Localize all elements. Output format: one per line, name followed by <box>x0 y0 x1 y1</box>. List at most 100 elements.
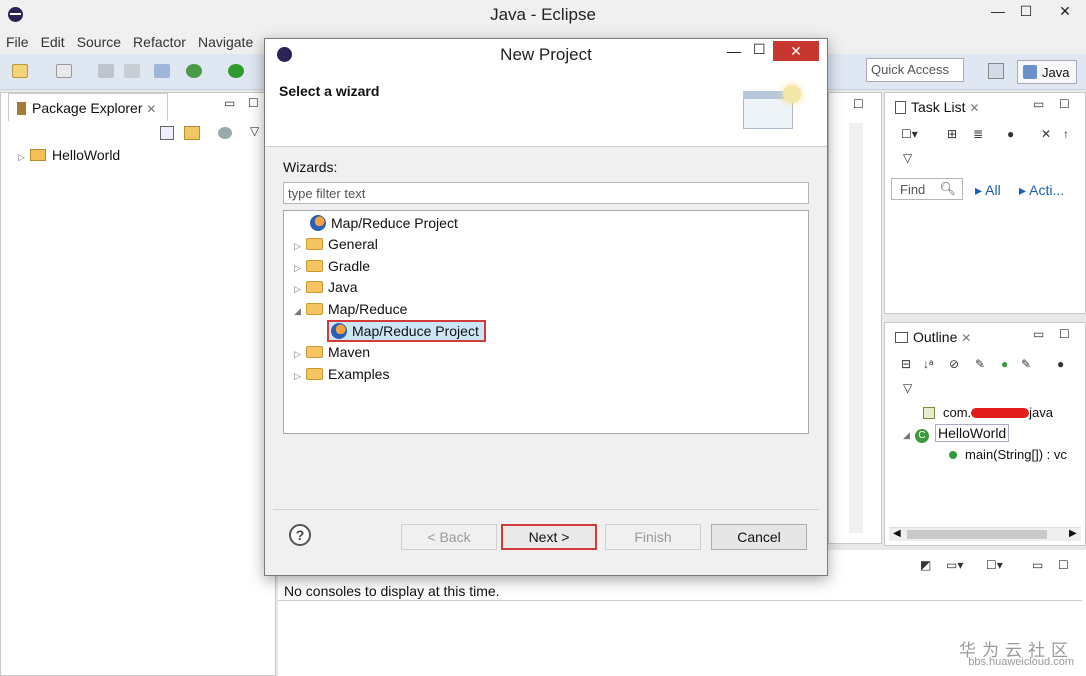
scroll-right-icon[interactable]: ▶ <box>1069 528 1077 539</box>
open-console-icon[interactable]: ☐▾ <box>986 558 1003 572</box>
task-find-input[interactable]: Find 🔍︎ <box>891 178 963 200</box>
pin-console-icon[interactable]: ▭▾ <box>946 558 963 572</box>
menu-navigate[interactable]: Navigate <box>192 30 259 50</box>
tree-item-label: Map/Reduce <box>328 301 408 317</box>
dialog-header: Select a wizard <box>265 69 827 147</box>
tab-package-explorer[interactable]: Package Explorer ✕ <box>8 93 168 121</box>
expand-icon[interactable]: ▷ <box>294 344 306 364</box>
dialog-maximize-button[interactable]: ☐ <box>753 41 766 58</box>
outline-icon <box>895 332 908 343</box>
expand-icon[interactable]: ▷ <box>294 279 306 299</box>
menu-edit[interactable]: Edit <box>35 30 71 50</box>
minimize-view-icon[interactable]: ▭ <box>1033 97 1044 111</box>
save-all-icon[interactable] <box>124 64 140 78</box>
scroll-left-icon[interactable]: ◀ <box>893 528 901 539</box>
tree-item-mapreduce-project-top[interactable]: Map/Reduce Project <box>310 213 458 233</box>
tree-item-gradle[interactable]: ▷ Gradle <box>294 256 370 276</box>
folder-icon <box>306 368 323 380</box>
tree-item-maven[interactable]: ▷ Maven <box>294 342 370 362</box>
new-package-icon[interactable] <box>56 64 72 78</box>
sort-icon[interactable]: ↓ᵃ <box>923 357 933 371</box>
wizard-tree[interactable]: Map/Reduce Project ▷ General ▷ Gradle ▷ Jav… <box>283 210 809 434</box>
new-icon[interactable] <box>12 64 28 78</box>
close-tab-icon[interactable]: ✕ <box>961 331 971 345</box>
expand-icon[interactable]: ▷ <box>294 366 306 386</box>
maximize-view-icon[interactable]: ☐ <box>1059 327 1070 341</box>
tab-outline[interactable]: Outline ✕ <box>887 323 980 351</box>
expand-icon[interactable]: ▷ <box>18 152 30 163</box>
menu-file[interactable]: File <box>0 30 35 50</box>
tree-item-label: General <box>328 236 378 252</box>
dialog-close-button[interactable]: ✕ <box>773 41 819 61</box>
tree-item-general[interactable]: ▷ General <box>294 234 378 254</box>
outline-method-item[interactable]: main(String[]) : vc <box>949 447 1067 462</box>
new-task-icon[interactable]: ☐▾ <box>901 127 918 141</box>
java-perspective-button[interactable]: Java <box>1017 60 1077 84</box>
maximize-view-icon[interactable]: ☐ <box>1058 558 1069 572</box>
view-menu-icon[interactable]: ▽ <box>903 381 912 395</box>
hide-fields-icon[interactable]: ⊘ <box>949 357 959 371</box>
collapse-all-icon[interactable] <box>160 126 174 140</box>
tree-item-java[interactable]: ▷ Java <box>294 277 358 297</box>
view-menu-icon[interactable]: ▽ <box>903 151 912 165</box>
expand-icon[interactable]: ▷ <box>294 236 306 256</box>
collapse-icon[interactable]: ◢ <box>294 301 306 321</box>
menu-refactor[interactable]: Refactor <box>127 30 192 50</box>
skip-breakpoints-icon[interactable] <box>154 64 170 78</box>
run-icon[interactable] <box>228 64 244 78</box>
wizard-filter-input[interactable] <box>283 182 809 204</box>
scroll-thumb[interactable] <box>907 530 1047 539</box>
minimize-view-icon[interactable]: ▭ <box>1032 558 1043 572</box>
tree-item-examples[interactable]: ▷ Examples <box>294 364 389 384</box>
tree-item-mapreduce-project-selected[interactable]: Map/Reduce Project <box>331 321 479 341</box>
debug-icon[interactable] <box>186 64 202 78</box>
tree-item-mapreduce-folder[interactable]: ◢ Map/Reduce <box>294 299 407 319</box>
menu-source[interactable]: Source <box>71 30 127 50</box>
method-label: main(String[]) : vc <box>965 447 1067 462</box>
categorize-icon[interactable]: ⊞ <box>947 127 957 141</box>
filter-icon[interactable]: ≣ <box>973 127 983 141</box>
back-button[interactable]: < Back <box>401 524 497 550</box>
tree-item-helloworld[interactable]: ▷ HelloWorld <box>18 147 120 163</box>
view-menu-icon[interactable]: ▽ <box>250 124 259 138</box>
maximize-button[interactable]: ☐ <box>1008 0 1044 24</box>
cancel-button[interactable]: Cancel <box>711 524 807 550</box>
tab-task-list[interactable]: Task List ✕ <box>887 93 988 121</box>
close-window-button[interactable]: ✕ <box>1044 0 1086 24</box>
next-button[interactable]: Next > <box>501 524 597 550</box>
link-with-editor-icon[interactable] <box>184 126 200 140</box>
close-tab-icon[interactable]: ✕ <box>146 102 156 116</box>
help-button[interactable]: ? <box>289 524 311 546</box>
sync-icon[interactable]: ● <box>1007 127 1014 141</box>
maximize-view-icon[interactable]: ☐ <box>1059 97 1070 111</box>
collapse-all-icon[interactable]: ⊟ <box>901 357 911 371</box>
activate-link[interactable]: ▸ Acti... <box>1019 182 1064 199</box>
maximize-editor-icon[interactable]: ☐ <box>853 97 864 111</box>
display-console-icon[interactable]: ◩ <box>920 558 931 572</box>
focus-icon[interactable]: ● <box>1057 357 1064 371</box>
hide-static-icon[interactable]: ✎ <box>975 357 985 371</box>
outline-import-item[interactable]: com. java <box>923 405 1053 420</box>
focus-icon[interactable]: ↑ <box>1063 127 1069 141</box>
maximize-view-icon[interactable]: ☐ <box>248 96 259 110</box>
finish-button[interactable]: Finish <box>605 524 701 550</box>
outline-scrollbar[interactable]: ◀ ▶ <box>889 527 1081 541</box>
expand-icon[interactable]: ▷ <box>294 258 306 278</box>
hide-local-types-icon[interactable]: ✎ <box>1021 357 1031 371</box>
close-tab-icon[interactable]: ✕ <box>969 101 979 115</box>
minimize-view-icon[interactable]: ▭ <box>224 96 235 110</box>
open-perspective-icon[interactable] <box>988 63 1004 79</box>
filter-all-link[interactable]: ▸ All <box>975 182 1001 199</box>
outline-class-item[interactable]: ◢ C HelloWorld <box>903 424 1010 443</box>
folder-icon <box>306 281 323 293</box>
minimize-view-icon[interactable]: ▭ <box>1033 327 1044 341</box>
save-icon[interactable] <box>98 64 114 78</box>
dialog-minimize-button[interactable]: — <box>727 43 741 59</box>
hide-nonpublic-icon[interactable]: ● <box>1001 357 1008 371</box>
collapse-icon[interactable]: ◢ <box>903 430 915 441</box>
focus-icon[interactable] <box>218 127 232 139</box>
hide-completed-icon[interactable]: ✕ <box>1041 127 1051 141</box>
window-title: Java - Eclipse <box>490 5 596 24</box>
editor-scrollbar[interactable] <box>849 123 863 533</box>
quick-access-input[interactable]: Quick Access <box>866 58 964 82</box>
